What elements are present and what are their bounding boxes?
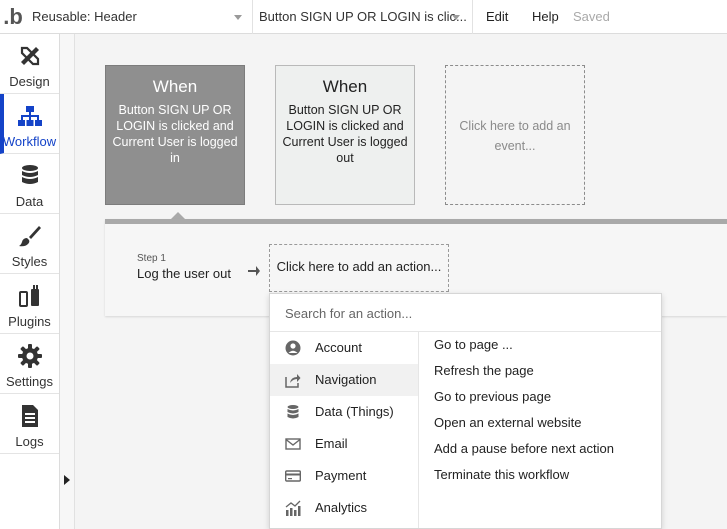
sidebar-item-styles[interactable]: Styles bbox=[0, 214, 59, 274]
chevron-down-icon bbox=[452, 15, 460, 20]
category-label: Analytics bbox=[315, 500, 368, 515]
action-go-to-page[interactable]: Go to page ... bbox=[434, 332, 513, 358]
sidebar-gutter bbox=[60, 34, 75, 529]
step-title[interactable]: Log the user out bbox=[137, 266, 231, 281]
event-when-label: When bbox=[322, 77, 368, 96]
sidebar-item-logs[interactable]: Logs bbox=[0, 394, 59, 454]
add-event-label: Click here to add an event... bbox=[459, 119, 571, 153]
sidebar-label-data: Data bbox=[15, 194, 44, 209]
action-refresh-page[interactable]: Refresh the page bbox=[434, 358, 534, 384]
brush-icon bbox=[18, 226, 41, 247]
category-label: Email bbox=[315, 436, 348, 451]
bubble-logo: .b bbox=[3, 4, 23, 29]
category-email[interactable]: Email bbox=[270, 428, 418, 460]
left-sidebar: Design Workflow Data Styles Plugins Sett… bbox=[0, 34, 60, 529]
navigation-icon bbox=[285, 374, 301, 388]
payment-icon bbox=[285, 470, 301, 482]
sidebar-item-design[interactable]: Design bbox=[0, 34, 59, 94]
sidebar-label-workflow: Workflow bbox=[2, 134, 57, 149]
save-status: Saved bbox=[573, 9, 610, 24]
category-account[interactable]: Account bbox=[270, 332, 418, 364]
sidebar-item-plugins[interactable]: Plugins bbox=[0, 274, 59, 334]
analytics-icon bbox=[285, 500, 301, 516]
event-selector-value: Button SIGN UP OR LOGIN is clic... bbox=[259, 9, 467, 24]
sidebar-item-workflow[interactable]: Workflow bbox=[0, 94, 59, 154]
action-terminate-workflow[interactable]: Terminate this workflow bbox=[434, 462, 569, 488]
sidebar-label-styles: Styles bbox=[11, 254, 48, 269]
action-open-external-website[interactable]: Open an external website bbox=[434, 410, 581, 436]
category-label: Data (Things) bbox=[315, 404, 394, 419]
category-data-things[interactable]: Data (Things) bbox=[270, 396, 418, 428]
action-add-pause[interactable]: Add a pause before next action bbox=[434, 436, 614, 462]
database-icon bbox=[21, 165, 38, 184]
sidebar-item-settings[interactable]: Settings bbox=[0, 334, 59, 394]
event-card-logged-out[interactable]: When Button SIGN UP OR LOGIN is clicked … bbox=[275, 65, 415, 205]
event-description: Button SIGN UP OR LOGIN is clicked and C… bbox=[282, 103, 408, 165]
step-number: Step 1 bbox=[137, 253, 166, 264]
category-label: Payment bbox=[315, 468, 367, 483]
top-bar: .b Reusable: Header Button SIGN UP OR LO… bbox=[0, 0, 727, 34]
add-action-button[interactable]: Click here to add an action... bbox=[269, 244, 449, 292]
event-when-label: When bbox=[152, 77, 198, 96]
category-payment[interactable]: Payment bbox=[270, 460, 418, 492]
gear-icon bbox=[17, 344, 42, 368]
category-analytics[interactable]: Analytics bbox=[270, 492, 418, 524]
add-event-card[interactable]: Click here to add an event... bbox=[445, 65, 585, 205]
sidebar-label-logs: Logs bbox=[15, 434, 44, 449]
category-label: Account bbox=[315, 340, 362, 355]
sidebar-label-settings: Settings bbox=[6, 374, 53, 389]
event-card-logged-in[interactable]: When Button SIGN UP OR LOGIN is clicked … bbox=[105, 65, 245, 205]
action-search-input[interactable] bbox=[270, 294, 647, 332]
action-search bbox=[270, 294, 661, 332]
page-selector[interactable]: Reusable: Header bbox=[26, 0, 253, 34]
sidebar-item-data[interactable]: Data bbox=[0, 154, 59, 214]
arrow-right-icon bbox=[248, 266, 260, 276]
action-categories: Account Navigation Data (Things) Email P… bbox=[270, 332, 419, 528]
category-navigation[interactable]: Navigation bbox=[270, 364, 418, 396]
email-icon bbox=[285, 438, 301, 450]
sidebar-label-plugins: Plugins bbox=[8, 314, 51, 329]
event-selector[interactable]: Button SIGN UP OR LOGIN is clic... bbox=[253, 0, 473, 34]
help-menu[interactable]: Help bbox=[532, 0, 559, 34]
plug-icon bbox=[18, 285, 39, 307]
sidebar-label-design: Design bbox=[9, 74, 50, 89]
page-selector-value: Reusable: Header bbox=[32, 9, 137, 24]
category-label: Navigation bbox=[315, 372, 377, 387]
design-icon bbox=[20, 46, 39, 66]
workflow-icon bbox=[17, 106, 42, 126]
account-icon bbox=[285, 340, 301, 356]
edit-menu[interactable]: Edit bbox=[486, 0, 508, 34]
document-icon bbox=[21, 405, 38, 427]
event-description: Button SIGN UP OR LOGIN is clicked and C… bbox=[112, 103, 238, 165]
action-go-to-previous-page[interactable]: Go to previous page bbox=[434, 384, 551, 410]
chevron-down-icon bbox=[234, 15, 242, 20]
database-icon bbox=[287, 405, 299, 419]
expand-arrow-icon[interactable] bbox=[64, 475, 70, 485]
action-dropdown: Account Navigation Data (Things) Email bbox=[269, 293, 662, 529]
